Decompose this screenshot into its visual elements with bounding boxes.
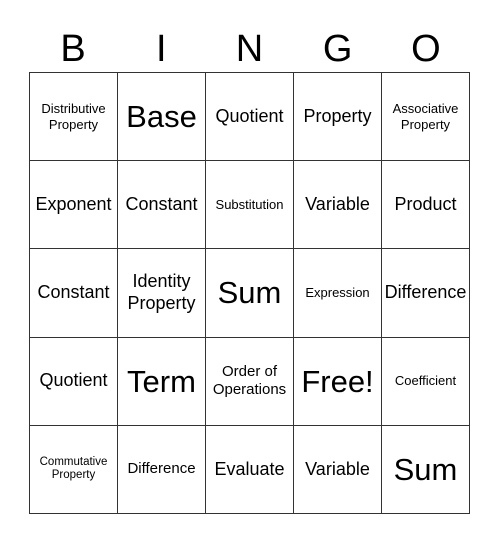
bingo-cell[interactable]: Variable	[294, 425, 382, 514]
bingo-cell[interactable]: Difference	[118, 425, 206, 514]
header-letter-i: I	[156, 28, 167, 70]
bingo-cell[interactable]: Constant	[118, 161, 206, 250]
bingo-cell[interactable]: Coefficient	[382, 337, 470, 426]
bingo-grid: Distributive Property Base Quotient Propert…	[29, 72, 470, 514]
bingo-cell[interactable]: Variable	[294, 161, 382, 250]
bingo-cell[interactable]: Term	[118, 337, 206, 426]
bingo-cell[interactable]: Constant	[30, 249, 118, 338]
bingo-cell[interactable]: Associative Property	[382, 73, 470, 162]
bingo-cell[interactable]: Substitution	[206, 161, 294, 250]
header-letter-g: G	[322, 28, 353, 70]
bingo-cell[interactable]: Identity Property	[118, 249, 206, 338]
bingo-cell[interactable]: Exponent	[30, 161, 118, 250]
bingo-cell[interactable]: Sum	[206, 249, 294, 338]
bingo-cell[interactable]: Quotient	[30, 337, 118, 426]
header-letter-b: B	[60, 28, 86, 70]
bingo-cell[interactable]: Sum	[382, 425, 470, 514]
bingo-cell[interactable]: Commutative Property	[30, 425, 118, 514]
bingo-cell[interactable]: Property	[294, 73, 382, 162]
bingo-cell[interactable]: Base	[118, 73, 206, 162]
bingo-cell[interactable]: Quotient	[206, 73, 294, 162]
header-letter-n: N	[235, 28, 264, 70]
bingo-cell[interactable]: Product	[382, 161, 470, 250]
bingo-cell[interactable]: Free!	[294, 337, 382, 426]
bingo-cell[interactable]: Difference	[382, 249, 470, 338]
bingo-header: B I N G O	[29, 26, 470, 72]
bingo-cell[interactable]: Order of Operations	[206, 337, 294, 426]
bingo-cell[interactable]: Evaluate	[206, 425, 294, 514]
bingo-cell[interactable]: Expression	[294, 249, 382, 338]
header-letter-o: O	[411, 28, 441, 70]
bingo-cell[interactable]: Distributive Property	[30, 73, 118, 162]
